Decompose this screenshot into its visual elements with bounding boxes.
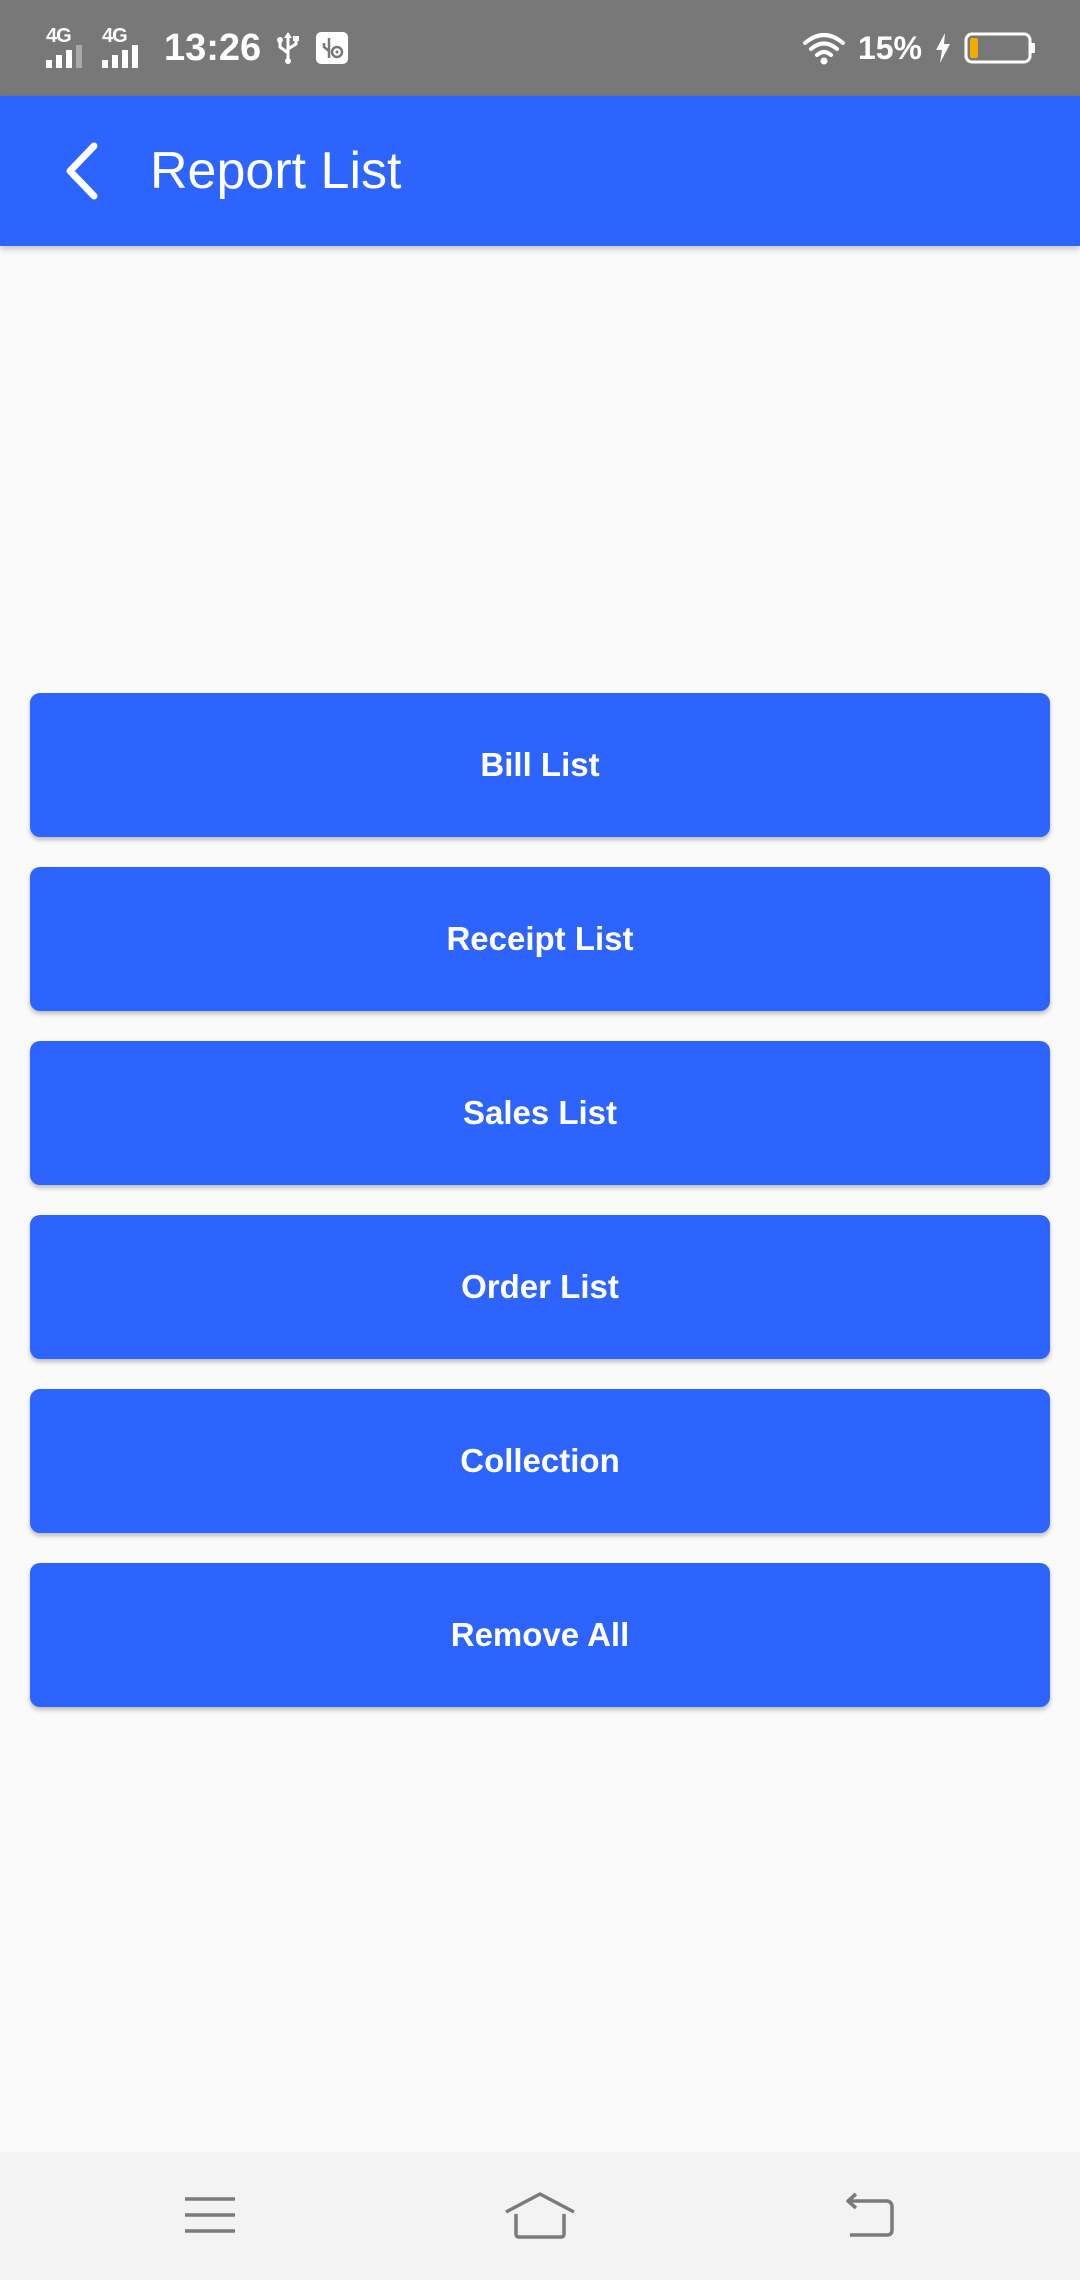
home-icon (505, 2192, 575, 2239)
bill-list-button[interactable]: Bill List (30, 693, 1050, 837)
collection-button[interactable]: Collection (30, 1389, 1050, 1533)
order-list-button[interactable]: Order List (30, 1215, 1050, 1359)
system-back-button[interactable] (810, 2170, 930, 2260)
app-bar: Report List (0, 96, 1080, 246)
receipt-list-button[interactable]: Receipt List (30, 867, 1050, 1011)
report-button-list: Bill List Receipt List Sales List Order … (30, 693, 1050, 1707)
remove-all-button[interactable]: Remove All (30, 1563, 1050, 1707)
wifi-icon (802, 31, 846, 65)
navigation-bar (0, 2152, 1080, 2280)
status-bar: 4G 4G 13:26 15% (0, 0, 1080, 96)
status-bar-left: 4G 4G 13:26 (44, 0, 349, 96)
battery-icon (964, 31, 1036, 65)
battery-percent: 15% (857, 29, 922, 66)
charging-icon (934, 32, 952, 64)
screen: 4G 4G 13:26 15% Report List Bill List Re… (0, 0, 1080, 2280)
usb-debug-icon (315, 31, 349, 65)
back-arrow-icon (66, 142, 98, 200)
signal-icon: 4G (100, 26, 144, 70)
sales-list-button[interactable]: Sales List (30, 1041, 1050, 1185)
network-type-label: 4G (46, 25, 72, 47)
back-button[interactable] (40, 126, 130, 216)
network-type-label: 4G (102, 25, 128, 47)
status-bar-right: 15% (802, 0, 1036, 96)
home-button[interactable] (480, 2170, 600, 2260)
signal-icon: 4G (44, 26, 88, 70)
page-title: Report List (150, 142, 402, 200)
menu-button[interactable] (150, 2170, 270, 2260)
menu-icon (185, 2197, 235, 2233)
status-time: 13:26 (164, 27, 262, 69)
usb-icon (273, 31, 303, 65)
back-icon (846, 2192, 894, 2237)
